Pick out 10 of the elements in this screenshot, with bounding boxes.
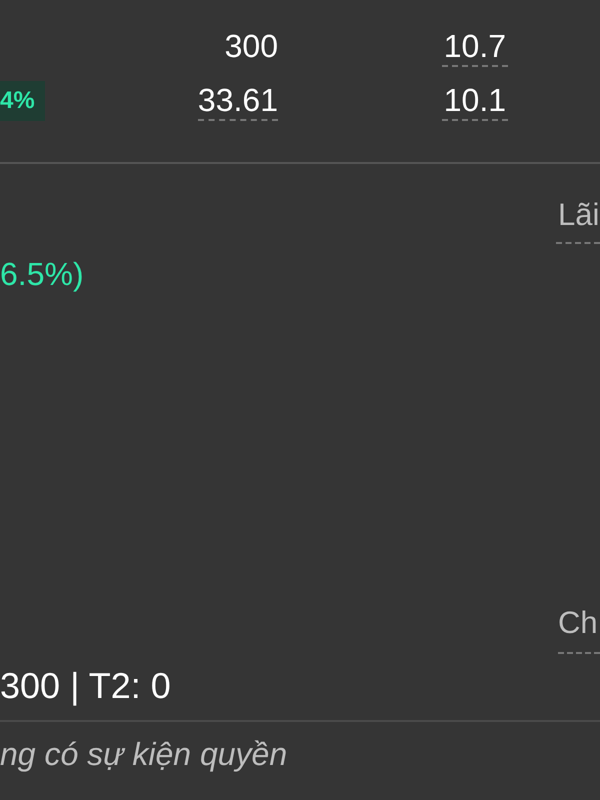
change-percent: 6.5%) [0, 255, 84, 294]
price-value: 10.7 [442, 27, 508, 67]
column-label: Ch [558, 604, 600, 654]
price-value: 10.1 [442, 81, 508, 121]
volume-value: 33.61 [198, 81, 278, 121]
volume-value: 300 [224, 27, 278, 66]
column-label: Lãi [556, 196, 600, 244]
rights-event-note: ng có sự kiện quyền [0, 736, 288, 772]
change-badge: 4% [0, 81, 45, 121]
volume-totals: 300 | T2: 0 [0, 664, 171, 708]
